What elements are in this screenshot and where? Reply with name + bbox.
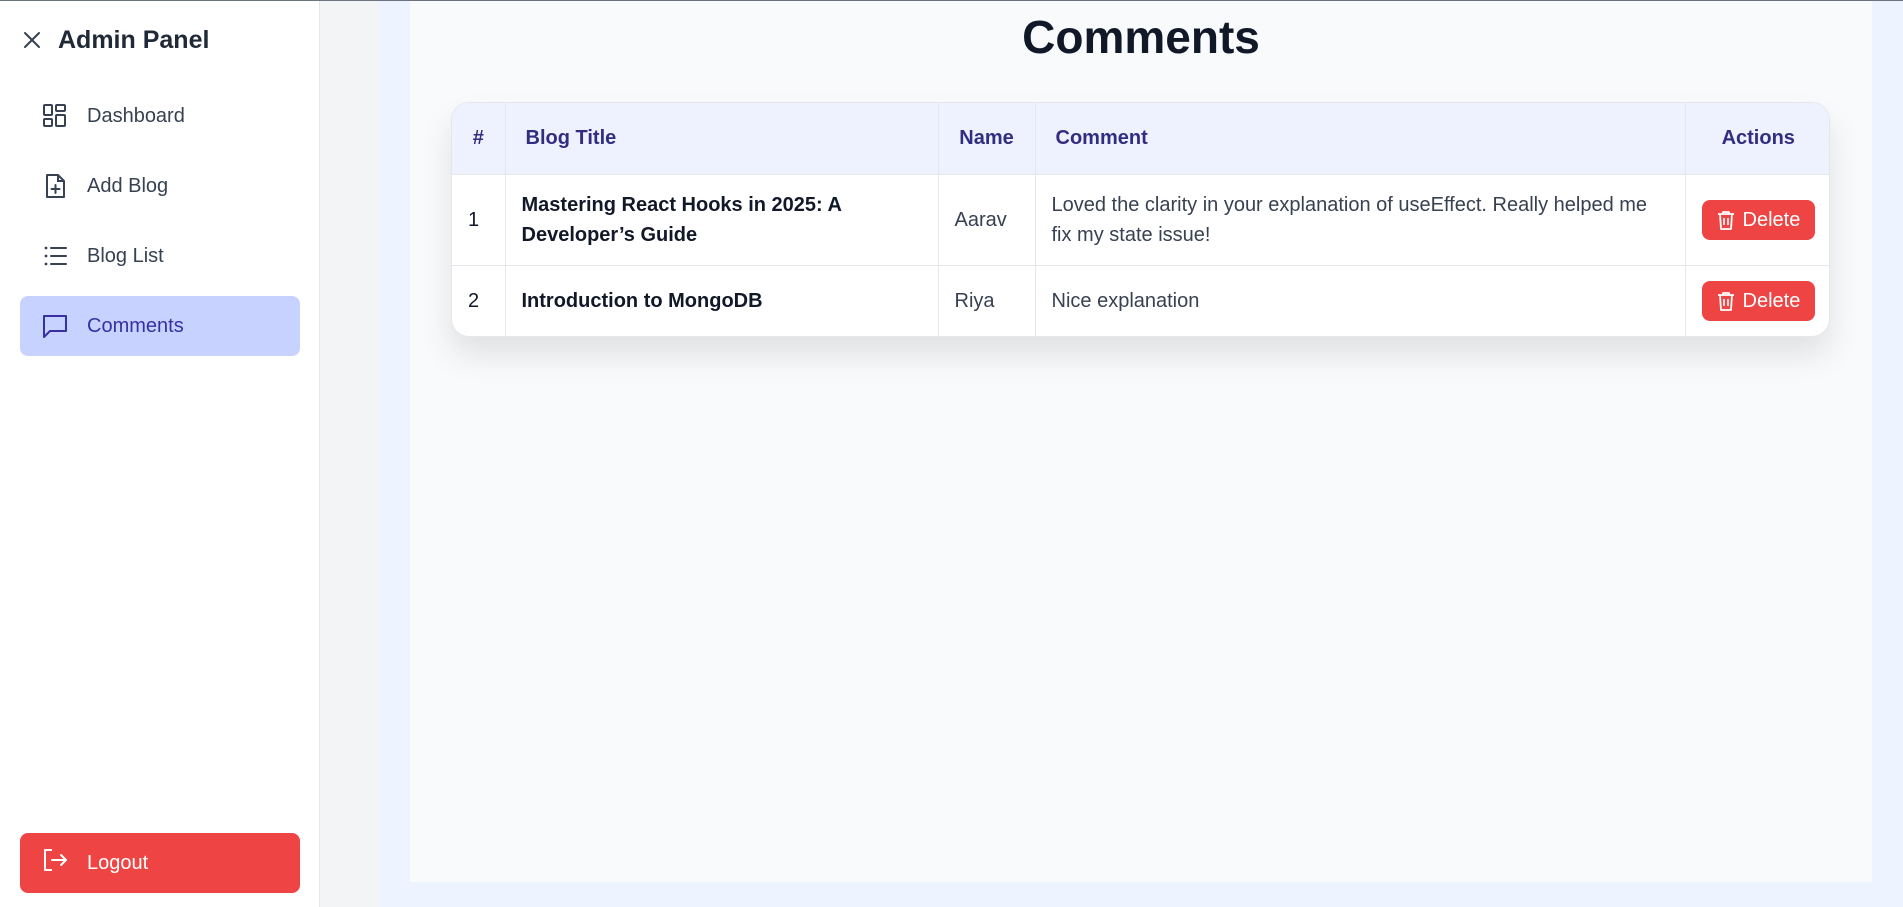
dashboard-icon <box>41 102 69 130</box>
delete-button[interactable]: Delete <box>1701 199 1816 240</box>
sidebar-item-label: Comments <box>87 314 184 337</box>
delete-label: Delete <box>1742 290 1801 313</box>
sidebar-item-add-blog[interactable]: Add Blog <box>20 156 300 216</box>
comment-cell: Nice explanation <box>1035 265 1686 336</box>
close-icon[interactable] <box>20 28 44 52</box>
name-cell: Riya <box>938 265 1036 336</box>
row-number: 2 <box>452 265 506 336</box>
table-row: 1 Mastering React Hooks in 2025: A Devel… <box>452 174 1829 266</box>
page-title: Comments <box>1022 11 1260 63</box>
list-icon <box>41 242 69 270</box>
sidebar-header: Admin Panel <box>20 22 209 58</box>
sidebar-nav: Dashboard Add Blog Blog List Comments <box>20 86 300 366</box>
column-header-comment: Comment <box>1035 103 1686 175</box>
comments-table: # Blog Title Name Comment Actions 1 Mast… <box>452 103 1829 336</box>
sidebar-item-label: Dashboard <box>87 104 185 127</box>
delete-label: Delete <box>1742 208 1801 231</box>
blog-title-cell: Mastering React Hooks in 2025: A Develop… <box>505 174 939 266</box>
sidebar: Admin Panel Dashboard Add Blog Blog List… <box>0 0 320 907</box>
comment-cell: Loved the clarity in your explanation of… <box>1035 174 1686 266</box>
column-header-blog-title: Blog Title <box>505 103 939 175</box>
column-header-name: Name <box>938 103 1036 175</box>
name-cell: Aarav <box>938 174 1036 266</box>
sidebar-item-comments[interactable]: Comments <box>20 296 300 356</box>
actions-cell: Delete <box>1685 174 1829 266</box>
row-number: 1 <box>452 174 506 266</box>
sidebar-item-label: Blog List <box>87 244 164 267</box>
blog-title-cell: Introduction to MongoDB <box>505 265 939 336</box>
delete-button[interactable]: Delete <box>1701 281 1816 322</box>
trash-icon <box>1717 210 1734 230</box>
actions-cell: Delete <box>1685 265 1829 336</box>
logout-button[interactable]: Logout <box>20 833 300 893</box>
sidebar-item-dashboard[interactable]: Dashboard <box>20 86 300 146</box>
table-row: 2 Introduction to MongoDB Riya Nice expl… <box>452 265 1829 336</box>
trash-icon <box>1717 292 1734 312</box>
top-border <box>0 0 1903 1</box>
sidebar-item-blog-list[interactable]: Blog List <box>20 226 300 286</box>
table-header-row: # Blog Title Name Comment Actions <box>452 103 1829 175</box>
sidebar-title: Admin Panel <box>58 25 210 54</box>
logout-icon <box>41 846 69 880</box>
message-icon <box>41 312 69 340</box>
column-header-actions: Actions <box>1685 103 1829 175</box>
sidebar-item-label: Add Blog <box>87 174 169 197</box>
column-header-number: # <box>452 103 506 175</box>
logout-label: Logout <box>87 851 149 874</box>
comments-table-card: # Blog Title Name Comment Actions 1 Mast… <box>451 102 1830 337</box>
file-plus-icon <box>41 172 69 200</box>
